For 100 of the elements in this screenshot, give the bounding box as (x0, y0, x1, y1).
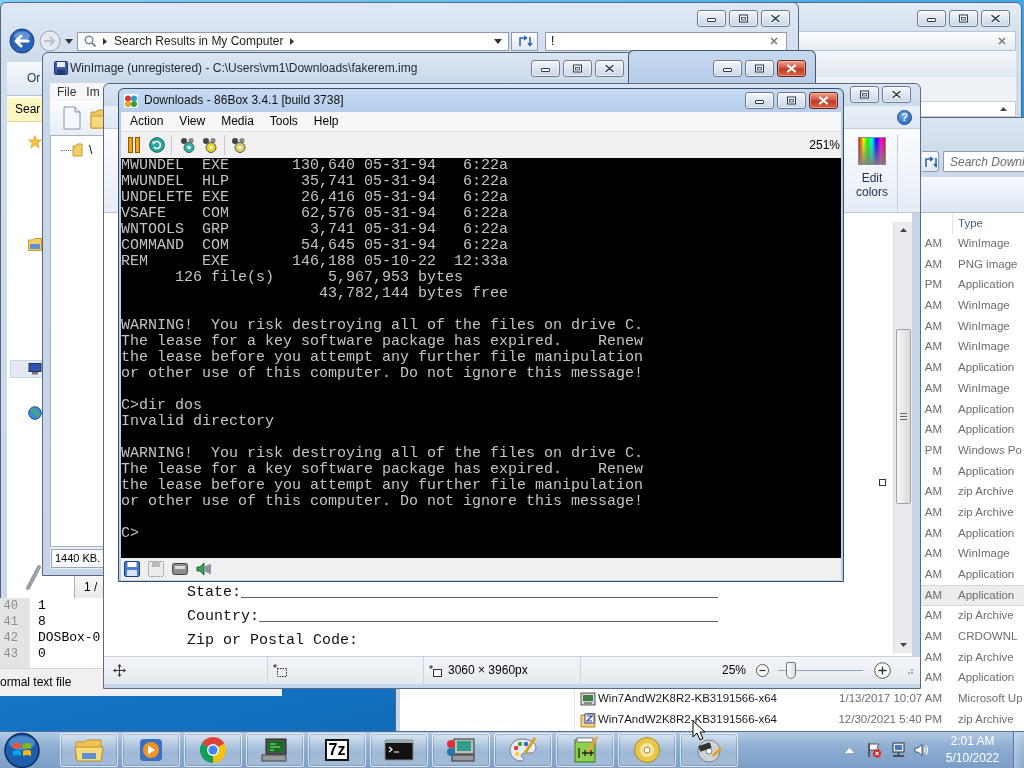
file-type: Application (958, 671, 1015, 686)
maximize-button[interactable] (850, 86, 879, 103)
maximize-button[interactable] (729, 10, 758, 27)
reset-icon[interactable] (149, 137, 165, 153)
show-desktop-button[interactable] (1013, 732, 1024, 768)
file-type: WinImage (958, 319, 1010, 334)
minimize-button[interactable] (531, 59, 560, 77)
refresh-button[interactable] (511, 31, 538, 51)
status-text: ormal text file (0, 675, 72, 689)
search-field[interactable]: ! (545, 31, 787, 51)
speaker-icon[interactable] (914, 743, 929, 757)
file-row[interactable]: AM Application (921, 419, 1024, 441)
pause-icon[interactable] (128, 137, 140, 153)
file-row[interactable]: AM WinImage (921, 316, 1024, 338)
network-icon[interactable] (890, 742, 906, 758)
scroll-down-icon[interactable] (899, 643, 907, 647)
clear-icon[interactable] (770, 37, 778, 45)
maximize-icon (786, 96, 797, 105)
terminal-line: 126 file(s) 5,967,953 bytes (174, 270, 465, 286)
close-button[interactable] (777, 60, 806, 77)
maximize-button[interactable] (777, 92, 806, 109)
file-row[interactable]: AM zip Archive (921, 647, 1024, 669)
scrollbar-thumb[interactable] (895, 329, 911, 504)
file-row[interactable]: AM Application (921, 357, 1024, 379)
minimize-button[interactable] (917, 10, 946, 27)
close-button[interactable] (981, 10, 1010, 27)
info-bar-text[interactable]: Sear (15, 102, 41, 117)
computer-icon[interactable] (28, 363, 42, 375)
menu-item[interactable]: Help (305, 114, 347, 129)
file-row[interactable]: AM Application (921, 523, 1024, 544)
breadcrumb-arrow-icon[interactable] (290, 37, 295, 45)
taskbar-button[interactable] (246, 733, 304, 767)
file-row[interactable]: AM zip Archive (921, 605, 1024, 627)
menu-item[interactable]: View (171, 114, 214, 129)
menu-item[interactable]: Im (86, 84, 100, 100)
file-row[interactable]: AM WinImage (921, 543, 1024, 565)
menu-item[interactable]: Action (122, 114, 172, 129)
speaker-icon[interactable] (196, 561, 212, 577)
slider-thumb[interactable] (785, 662, 796, 679)
close-button[interactable] (882, 86, 911, 103)
file-row[interactable]: AM WinImage (921, 337, 1024, 358)
file-row[interactable]: AM Application (921, 668, 1024, 689)
file-row[interactable]: AM Application (921, 399, 1024, 420)
star-icon[interactable] (28, 135, 42, 149)
file-row[interactable]: PM Windows Po (921, 440, 1024, 462)
drive-icon[interactable] (172, 561, 188, 577)
file-row[interactable]: AM PNG image (921, 254, 1024, 275)
minimize-button[interactable] (697, 10, 726, 27)
file-date: AM (924, 588, 942, 603)
maximize-button[interactable] (745, 60, 774, 77)
start-button[interactable] (2, 731, 42, 768)
file-row[interactable]: Win7AndW2K8R2-KB3191566-x64 1/13/2017 10:07 AM Microsoft Up (575, 688, 1024, 710)
globe-icon[interactable] (28, 406, 42, 420)
close-button[interactable] (761, 10, 790, 27)
file-row[interactable]: M Application (921, 461, 1024, 482)
file-row[interactable]: AM zip Archive (921, 481, 1024, 503)
minimize-button[interactable] (713, 60, 742, 77)
dropdown-icon[interactable] (65, 38, 73, 44)
dropdown-icon[interactable] (494, 38, 502, 44)
menu-item[interactable]: File (57, 84, 77, 100)
file-row[interactable]: AM WinImage (921, 295, 1024, 317)
circles-icon[interactable] (231, 137, 247, 153)
file-row[interactable]: AM Application (921, 564, 1024, 586)
circles-icon[interactable] (202, 137, 218, 153)
maximize-button[interactable] (563, 59, 592, 77)
refresh-button[interactable] (922, 151, 939, 172)
scroll-up-icon[interactable] (899, 228, 907, 232)
circles-icon[interactable] (180, 137, 196, 153)
file-row[interactable]: AM WinImage (921, 378, 1024, 400)
organize-button[interactable]: Or (27, 71, 41, 86)
menu-item[interactable]: Tools (261, 114, 306, 129)
file-row[interactable]: AM CRDOWNL (921, 626, 1024, 648)
file-row[interactable]: Win7AndW2K8R2-KB3191566-x64 12/30/2021 5:40 PM zip Archive (575, 709, 1024, 731)
maximize-button[interactable] (949, 10, 978, 27)
breadcrumb-arrow-icon[interactable] (103, 37, 107, 45)
file-row[interactable]: AM WinImage (921, 233, 1024, 255)
resize-handle-icon[interactable] (879, 479, 886, 486)
minimize-button[interactable] (745, 92, 774, 109)
edit-colors-button[interactable]: Edit colors (852, 129, 892, 199)
tree-item[interactable]: \ (89, 142, 93, 158)
vertical-scrollbar[interactable] (893, 222, 912, 653)
help-button[interactable]: ? (897, 109, 912, 125)
close-icon[interactable] (998, 37, 1006, 45)
close-button[interactable] (809, 92, 838, 109)
zoom-out-icon[interactable] (756, 664, 769, 677)
file-row[interactable]: AM zip Archive (921, 502, 1024, 524)
taskbar-button[interactable] (556, 733, 614, 767)
file-row[interactable]: AM Application (921, 585, 1024, 606)
file-row[interactable]: PM Application (921, 274, 1024, 296)
zoom-in-icon[interactable] (874, 662, 891, 679)
column-header[interactable]: Type (952, 213, 1024, 234)
address-bar[interactable]: Search Results in My Computer (77, 31, 509, 51)
taskbar-button[interactable] (680, 733, 738, 767)
floppy-icon[interactable] (124, 561, 140, 577)
menu-item[interactable]: Media (213, 114, 262, 129)
flag-icon[interactable] (866, 742, 882, 758)
close-button[interactable] (595, 59, 624, 77)
taskbar-button[interactable] (370, 733, 428, 767)
scroll-up-icon[interactable] (1000, 107, 1007, 111)
folder-icon[interactable] (28, 238, 42, 251)
